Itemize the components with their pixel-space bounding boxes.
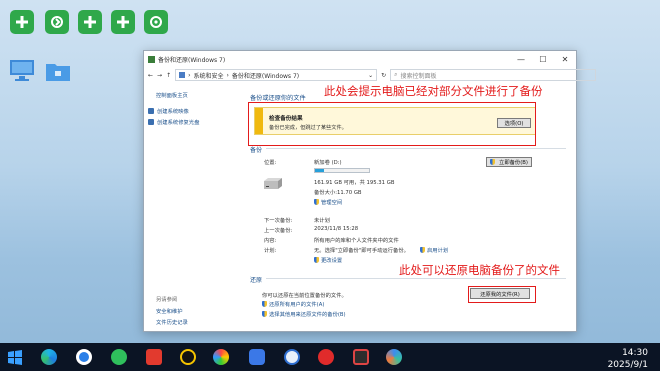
- control-panel-icon: [179, 72, 186, 78]
- netease-music-icon[interactable]: [318, 349, 334, 365]
- annotation-top: 此处会提示电脑已经对部分文件进行了备份: [324, 84, 543, 98]
- forward-icon[interactable]: →: [157, 72, 162, 79]
- restore-section-title: 还原: [250, 277, 263, 284]
- highlight-box-notice: [248, 102, 536, 146]
- change-settings-link[interactable]: 更改设置: [314, 256, 342, 264]
- control-panel-home-link[interactable]: 控制面板主页: [156, 91, 188, 99]
- clock-date: 2025/9/1: [607, 360, 648, 370]
- taskbar: 14:30 2025/9/1: [0, 343, 660, 371]
- enable-schedule-link[interactable]: 启用计划: [420, 246, 448, 254]
- system-clock[interactable]: 14:30 2025/9/1: [608, 347, 648, 371]
- backup-section-title: 备份: [250, 147, 263, 154]
- restore-text: 你可以还原在当前位置备份的文件。: [262, 293, 347, 299]
- up-icon[interactable]: ↑: [166, 72, 171, 79]
- highlight-box-restore: [468, 286, 536, 303]
- edge-icon[interactable]: [41, 349, 57, 365]
- search-placeholder: 搜索控制面板: [400, 72, 437, 80]
- window-app-icon: [148, 55, 155, 63]
- photos-icon[interactable]: [213, 349, 229, 365]
- sync-icon[interactable]: [45, 10, 69, 34]
- next-backup-label: 下一次备份:: [264, 218, 293, 224]
- backup-size-text: 备份大小:11.70 GB: [314, 190, 362, 196]
- annotation-bottom: 此处可以还原电脑备份了的文件: [399, 263, 560, 277]
- baidu-netdisk-icon[interactable]: [386, 349, 402, 365]
- restore-all-users-link[interactable]: 还原所有用户的文件(A): [262, 300, 324, 308]
- select-other-backup-link[interactable]: 选择其他用来还原文件的备份(B): [262, 310, 346, 318]
- breadcrumb-item[interactable]: 系统和安全: [194, 71, 224, 80]
- last-backup-value: 2023/11/8 15:28: [314, 226, 359, 232]
- chrome-icon[interactable]: [76, 349, 92, 365]
- shield-icon: [262, 311, 267, 317]
- add-icon[interactable]: [10, 10, 34, 34]
- disk-usage-bar: [314, 168, 370, 173]
- location-value: 新加卷 (D:): [314, 160, 342, 166]
- drive-icon: [264, 178, 282, 189]
- manage-space-link[interactable]: 管理空间: [314, 198, 342, 206]
- monitor-icon[interactable]: [8, 58, 36, 82]
- shield-icon: [262, 301, 267, 307]
- search-input[interactable]: ⌕ 搜索控制面板: [390, 69, 597, 81]
- feishu-icon[interactable]: [249, 349, 265, 365]
- disk-usage-fill: [315, 169, 325, 172]
- refresh-icon[interactable]: [144, 10, 168, 34]
- chevron-down-icon[interactable]: ⌄: [368, 72, 373, 79]
- windows-start-icon[interactable]: [7, 349, 23, 365]
- page-title: 备份或还原你的文件: [250, 95, 306, 102]
- netease-icon[interactable]: [146, 349, 162, 365]
- backup-now-button[interactable]: 立即备份(B): [486, 157, 532, 167]
- see-also-heading: 另请参阅: [156, 297, 178, 303]
- free-space-text: 161.91 GB 可用，共 195.31 GB: [314, 180, 395, 186]
- sidebar: 控制面板主页 创建系统映像 创建系统修复光盘 另请参阅 安全和维护 文件历史记录: [144, 85, 240, 331]
- shield-icon: [314, 199, 319, 205]
- maximize-button[interactable]: ☐: [532, 51, 554, 67]
- clock-time: 14:30: [622, 348, 648, 358]
- folder-icon[interactable]: [45, 60, 71, 82]
- search-icon: ⌕: [394, 71, 398, 78]
- sidebar-item-create-image[interactable]: 创建系统映像: [148, 107, 189, 115]
- breadcrumb[interactable]: › 系统和安全 › 备份和还原(Windows 7) ⌄: [175, 69, 378, 81]
- add-icon[interactable]: [111, 10, 135, 34]
- breadcrumb-item[interactable]: 备份和还原(Windows 7): [232, 71, 299, 80]
- wechat-icon[interactable]: [111, 349, 127, 365]
- schedule-value: 无。选择"立即备份"即可手动运行备份。: [314, 248, 409, 254]
- shield-icon: [148, 119, 154, 125]
- contents-value: 所有用户的库和个人文件夹中的文件: [314, 238, 399, 244]
- sidebar-item-repair-disc[interactable]: 创建系统修复光盘: [148, 118, 199, 126]
- game-icon[interactable]: [353, 349, 369, 365]
- last-backup-label: 上一次备份:: [264, 228, 293, 234]
- sogou-icon[interactable]: [284, 349, 300, 365]
- shield-icon: [314, 257, 319, 263]
- divider: [266, 148, 566, 149]
- title-bar: 备份和还原(Windows 7) — ☐ ✕: [144, 51, 576, 67]
- close-button[interactable]: ✕: [554, 51, 576, 67]
- security-maintenance-link[interactable]: 安全和维护: [156, 307, 183, 315]
- qq-icon[interactable]: [180, 349, 196, 365]
- divider: [266, 278, 566, 279]
- refresh-icon[interactable]: ↻: [381, 72, 386, 79]
- shield-icon: [420, 247, 425, 253]
- location-label: 位置:: [264, 160, 277, 166]
- contents-label: 内容:: [264, 238, 277, 244]
- schedule-label: 计划:: [264, 248, 277, 254]
- shield-icon: [490, 159, 496, 165]
- minimize-button[interactable]: —: [510, 51, 532, 67]
- address-bar: ← → ↑ › 系统和安全 › 备份和还原(Windows 7) ⌄ ↻ ⌕ 搜…: [144, 67, 597, 83]
- add-icon[interactable]: [78, 10, 102, 34]
- next-backup-value: 未计划: [314, 218, 330, 224]
- file-history-link[interactable]: 文件历史记录: [156, 318, 188, 326]
- window-title: 备份和还原(Windows 7): [158, 56, 226, 64]
- back-icon[interactable]: ←: [148, 72, 153, 79]
- shield-icon: [148, 108, 154, 114]
